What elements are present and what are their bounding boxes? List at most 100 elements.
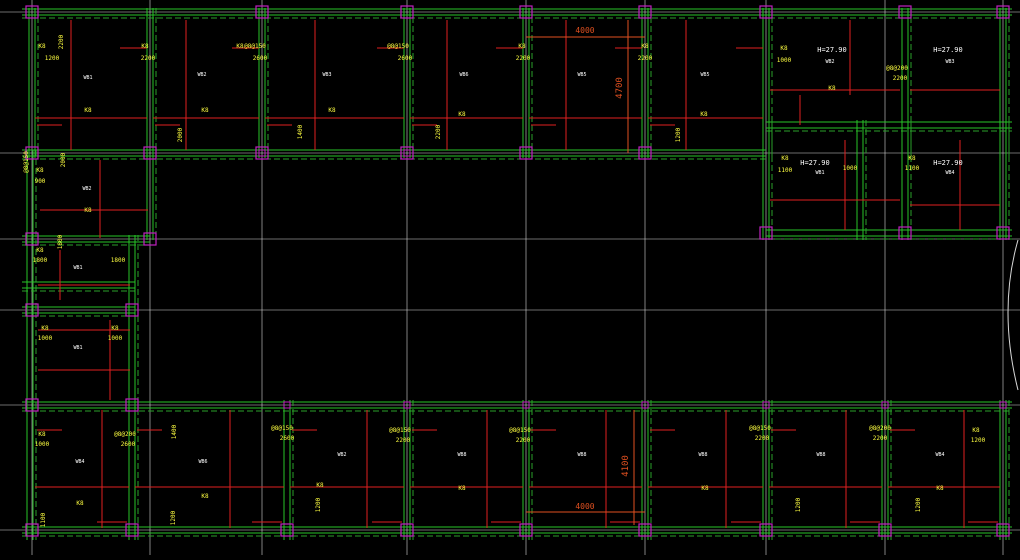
slab-label: WB8 [698,452,707,458]
slab-label: WB3 [322,72,331,78]
rebar-label: 900 [35,178,46,185]
rebar-label: 1200 [915,497,922,512]
rebar-label: @8@200 [114,431,136,438]
slab-label: WB1 [815,170,824,176]
elevation-label: H=27.90 [933,159,963,167]
column-markers [25,5,1010,537]
dimension-top-span: 4000 [575,26,594,35]
rebar-lines [35,20,1000,528]
slab-label: WB5 [577,72,586,78]
rebar-label: K8 [780,45,788,52]
rebar-label: 2200 [141,55,156,62]
rebar-label: 1200 [45,55,60,62]
rebar-label: 1000 [843,165,858,172]
rebar-label: K8 [458,111,466,118]
text-labels: 4000 4700 4000 4100 H=27.90 H=27.90 H=27… [23,26,986,527]
slab-label: WB4 [945,170,954,176]
dimension-bottom-span: 4000 [575,502,594,511]
slab-label: WB2 [337,452,346,458]
elevation-label: H=27.90 [817,46,847,54]
rebar-label: 2600 [398,55,413,62]
slab-label: WB2 [825,59,834,65]
rebar-label: 2600 [121,441,136,448]
rebar-label: @8@150 [389,427,411,434]
rebar-label: K8 [641,43,649,50]
rebar-label: K8 [36,247,44,254]
rebar-label: @8@150 [271,425,293,432]
slab-label: WB5 [700,72,709,78]
rebar-label: 1400 [171,424,178,439]
rebar-label: 1200 [315,497,322,512]
rebar-label: 2200 [638,55,653,62]
rebar-label: 1100 [40,512,47,527]
rebar-label: 1000 [777,57,792,64]
slab-label: WB6 [198,459,207,465]
column-marker [898,226,912,240]
slab-label: WB2 [82,186,91,192]
rebar-label: 1400 [297,124,304,139]
slab-label: WB4 [75,459,84,465]
rebar-label: K8 [781,155,789,162]
rebar-label: K8 [36,167,44,174]
slab-label: WB2 [197,72,206,78]
rebar-label: @8@200 [886,65,908,72]
rebar-label: 1200 [170,510,177,525]
rebar-label: 2200 [873,435,888,442]
rebar-label: 1200 [795,497,802,512]
rebar-label: 2200 [516,55,531,62]
rebar-label: 2000 [177,127,184,142]
elevation-label: H=27.90 [800,159,830,167]
rebar-label: 2600 [280,435,295,442]
rebar-label: K8 [76,500,84,507]
slab-label: WB1 [73,265,82,271]
rebar-label: 1200 [675,127,682,142]
floor-plan-canvas: 4000 4700 4000 4100 H=27.90 H=27.90 H=27… [0,0,1020,555]
slab-label: WB8 [577,452,586,458]
rebar-label: K8 [201,493,209,500]
beam-lines [22,8,1012,540]
rebar-label: K8 [236,43,244,50]
rebar-label: K8 [700,111,708,118]
rebar-label: 1000 [35,441,50,448]
dimension-top-height: 4700 [615,77,625,99]
slab-label: WB3 [945,59,954,65]
slab-label: WB8 [457,452,466,458]
rebar-label: @8@150 [509,427,531,434]
rebar-label: 2200 [893,75,908,82]
rebar-label: 2200 [435,124,442,139]
rebar-label: 2000 [60,152,67,167]
rebar-label: K8 [84,207,92,214]
rebar-label: K8 [518,43,526,50]
slab-reinforcement-plan: 4000 4700 4000 4100 H=27.90 H=27.90 H=27… [0,0,1020,555]
edge-arc [1007,239,1019,391]
rebar-label: 2600 [253,55,268,62]
rebar-label: 1800 [33,257,48,264]
rebar-label: 1000 [108,335,123,342]
rebar-label: K8 [38,43,46,50]
elevation-label: H=27.90 [933,46,963,54]
slab-label: WB1 [73,345,82,351]
rebar-label: 2200 [516,437,531,444]
rebar-label: @8@150 [749,425,771,432]
rebar-label: K8 [908,155,916,162]
rebar-label: K8 [38,431,46,438]
rebar-label: 2200 [396,437,411,444]
rebar-label: K8 [458,485,466,492]
rebar-label: @8@150 [244,43,266,50]
rebar-label: 1200 [971,437,986,444]
rebar-label: K8 [701,485,709,492]
rebar-label: 2200 [58,34,65,49]
rebar-label: 1800 [57,234,64,249]
rebar-label: @8@150 [23,151,30,173]
rebar-label: K8 [201,107,209,114]
rebar-label: K8 [141,43,149,50]
slab-label: WB4 [935,452,944,458]
dimension-bottom-height: 4100 [621,455,631,477]
rebar-label: K8 [41,325,49,332]
rebar-label: 2200 [755,435,770,442]
rebar-label: 1100 [905,165,920,172]
rebar-label: K8 [936,485,944,492]
rebar-label: @8@200 [869,425,891,432]
rebar-label: 1800 [111,257,126,264]
rebar-label: K8 [328,107,336,114]
